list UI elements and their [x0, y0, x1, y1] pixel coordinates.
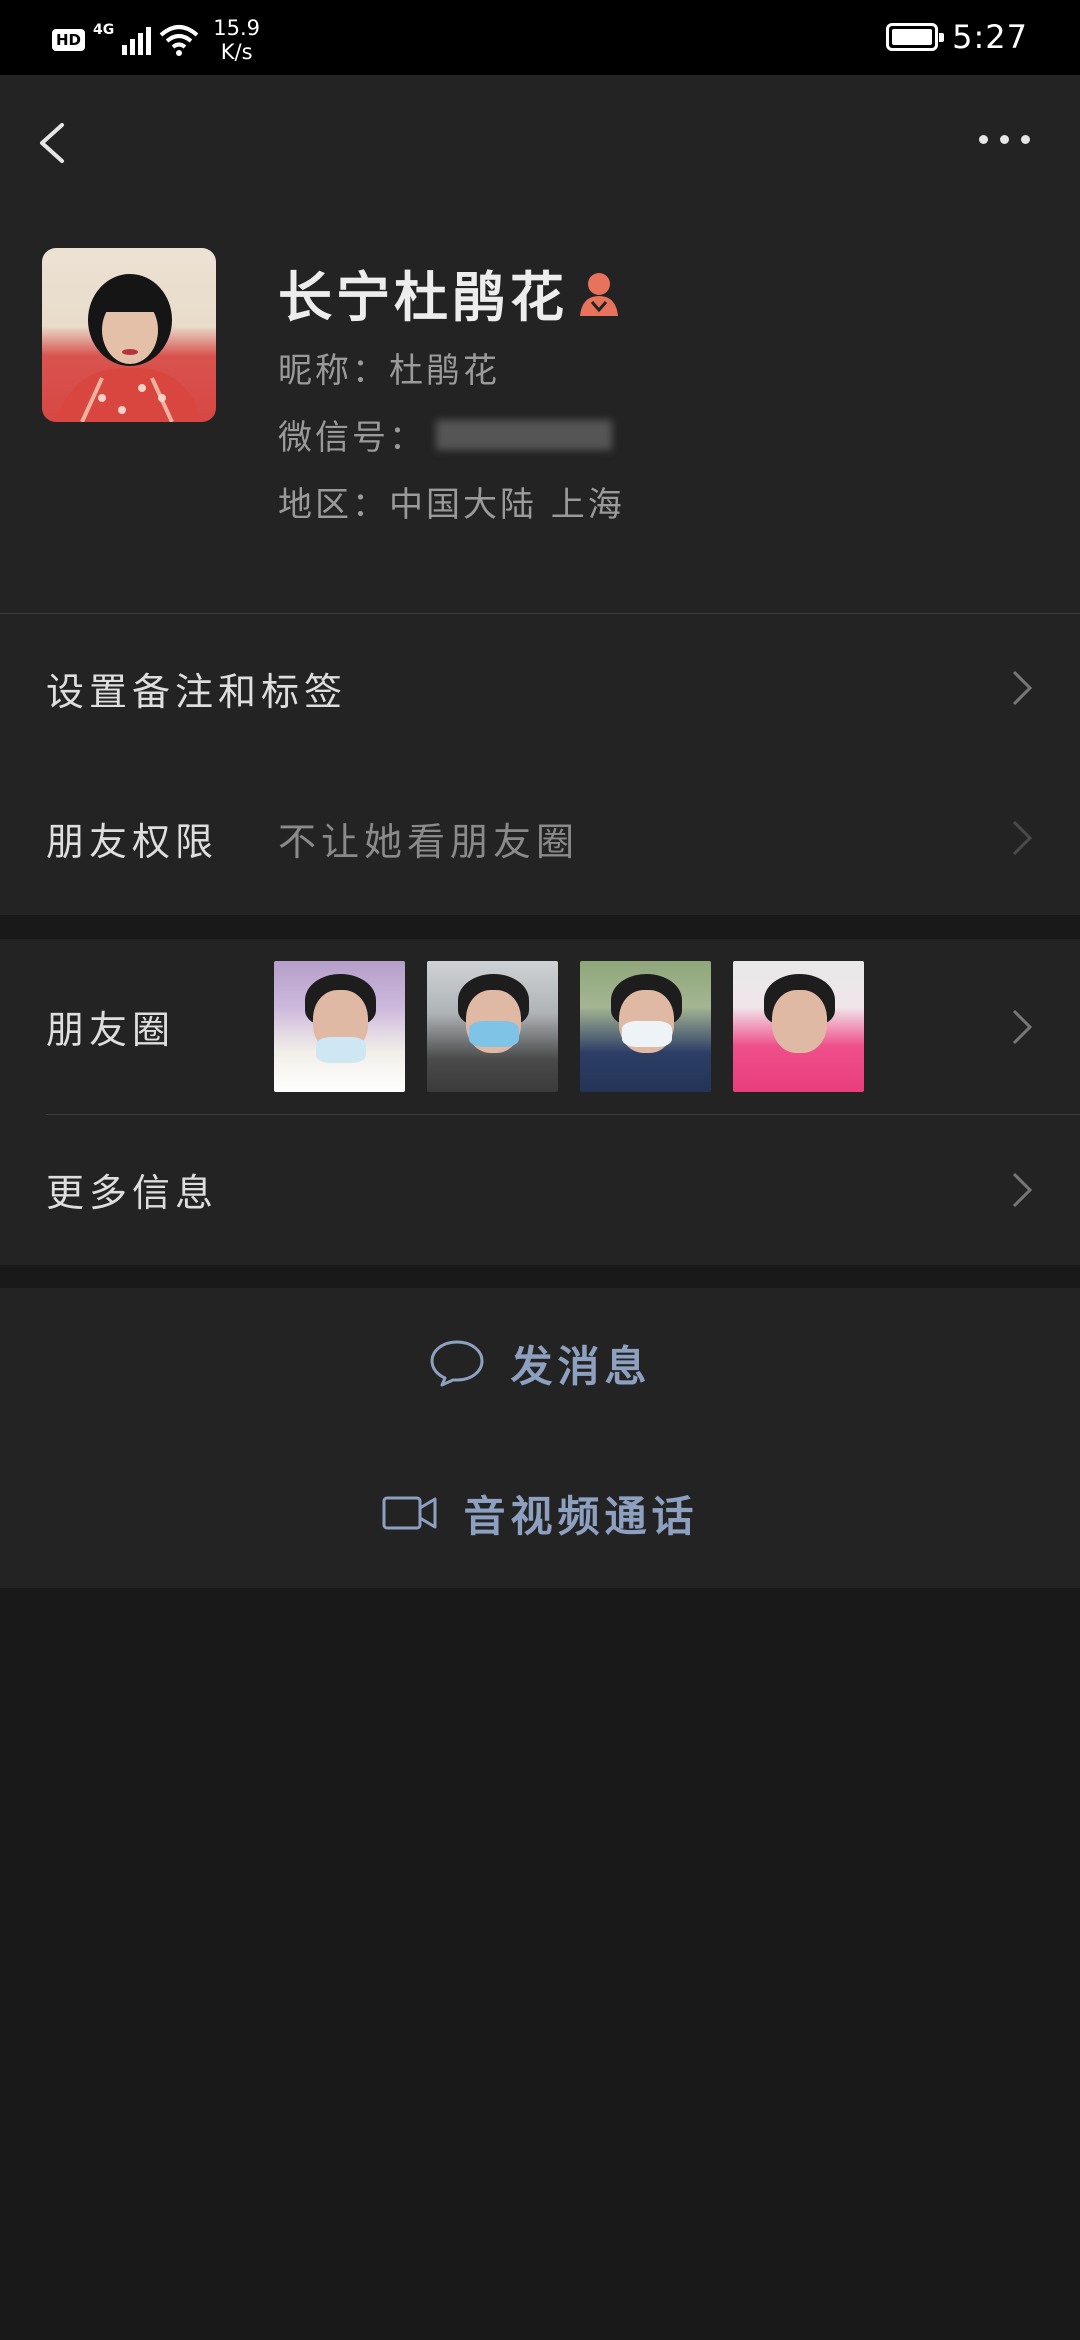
contact-profile-screen: HD 4G 15.9 K/s 5:27 长宁杜鹃花 昵称：杜鹃花 微信号： 地区… [0, 0, 1080, 2340]
more-options-icon[interactable] [979, 135, 1030, 144]
avatar[interactable] [42, 248, 216, 422]
friend-permission-label: 朋友权限 [46, 819, 219, 864]
hd-badge: HD [52, 29, 86, 51]
send-message-label: 发消息 [510, 1341, 652, 1391]
name-row: 长宁杜鹃花 [278, 253, 620, 332]
network-speed: 15.9 K/s [213, 16, 260, 64]
video-call-label: 音视频通话 [463, 1491, 699, 1541]
actions-group: 发消息 音视频通话 [0, 1288, 1080, 1588]
chat-bubble-icon [430, 1340, 484, 1387]
contact-name: 长宁杜鹃花 [278, 266, 568, 329]
remark-tag-row[interactable]: 设置备注和标签 [0, 613, 1080, 763]
moments-photo [427, 961, 558, 1092]
chevron-right-icon [1012, 1009, 1033, 1044]
moments-photo [274, 961, 405, 1092]
settings-group: 设置备注和标签 朋友权限 不让她看朋友圈 [0, 613, 1080, 915]
chevron-right-icon [1012, 670, 1033, 706]
back-icon[interactable] [30, 113, 80, 173]
region: 地区：中国大陆 上海 [278, 485, 625, 525]
send-message-button[interactable]: 发消息 [0, 1288, 1080, 1438]
more-info-row[interactable]: 更多信息 [0, 1114, 1080, 1265]
wifi-icon [159, 25, 199, 56]
moments-photo [733, 961, 864, 1092]
signal-icon [122, 25, 152, 55]
chevron-right-icon [1012, 820, 1033, 856]
clock: 5:27 [952, 18, 1028, 56]
profile-header: 长宁杜鹃花 昵称：杜鹃花 微信号： 地区：中国大陆 上海 [0, 205, 1080, 613]
status-bar: HD 4G 15.9 K/s 5:27 [0, 0, 1080, 75]
friend-permission-value: 不让她看朋友圈 [278, 819, 580, 864]
video-camera-icon [382, 1496, 437, 1530]
network-type: 4G [93, 22, 115, 38]
moments-thumbnails [274, 961, 864, 1092]
status-right: 5:27 [886, 18, 1028, 56]
chevron-right-icon [1012, 1172, 1033, 1207]
friend-permission-row[interactable]: 朋友权限 不让她看朋友圈 [0, 763, 1080, 913]
video-call-button[interactable]: 音视频通话 [0, 1438, 1080, 1588]
remark-tag-label: 设置备注和标签 [46, 669, 348, 714]
speed-unit: K/s [220, 40, 253, 64]
nickname: 昵称：杜鹃花 [278, 351, 500, 391]
wechat-id-redacted [436, 419, 612, 450]
more-info-label: 更多信息 [46, 1171, 219, 1215]
female-icon [580, 272, 618, 316]
status-left: HD 4G 15.9 K/s [52, 16, 260, 64]
wechat-id: 微信号： [278, 410, 612, 459]
nav-bar [0, 75, 1080, 205]
moments-photo [580, 961, 711, 1092]
wechat-id-label: 微信号： [278, 418, 426, 458]
speed-value: 15.9 [213, 16, 261, 40]
moments-row[interactable]: 朋友圈 [0, 939, 1080, 1114]
moments-label: 朋友圈 [46, 1008, 176, 1052]
moments-group: 朋友圈 更多信息 [0, 939, 1080, 1265]
battery-icon [886, 23, 945, 51]
